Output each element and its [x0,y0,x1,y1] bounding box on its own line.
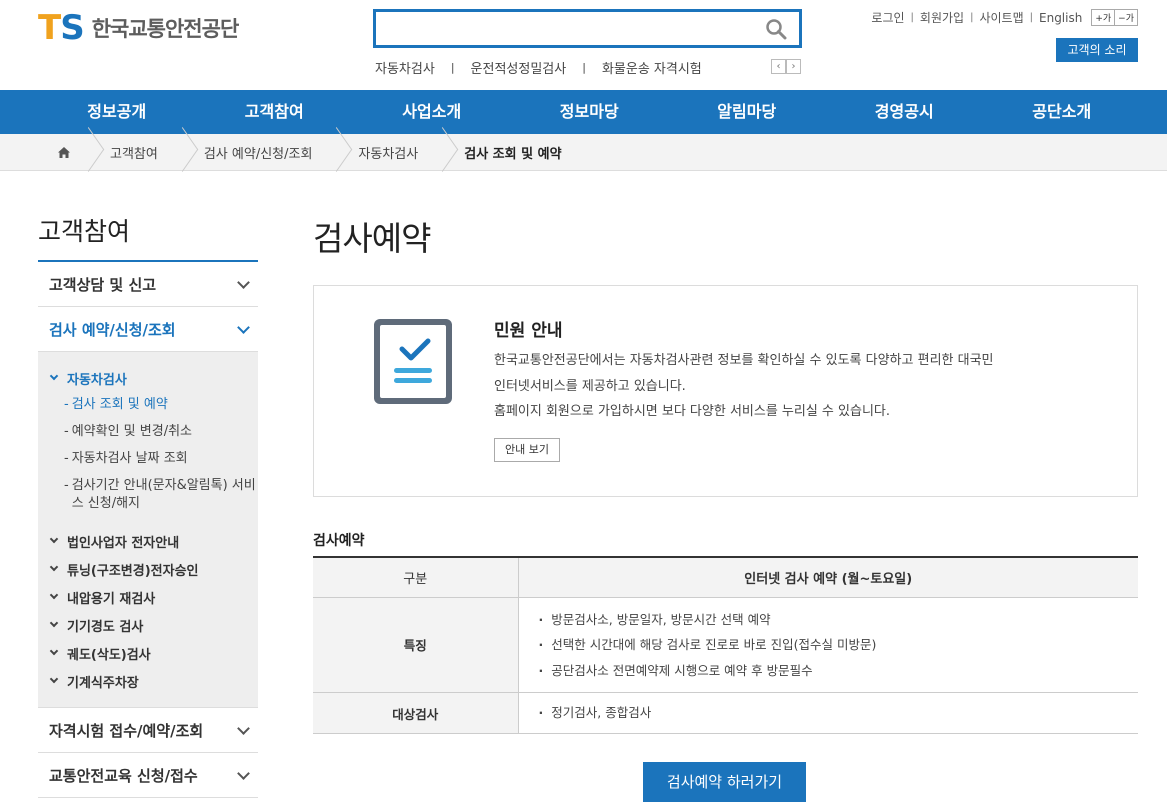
lnb-leaf-confirm[interactable]: - 예약확인 및 변경/취소 [38,423,258,441]
lnb-title: 고객참여 [38,217,131,246]
divider: | [910,12,914,23]
gnb-item-customer[interactable]: 고객참여 [196,90,354,134]
gnb-item-management[interactable]: 경영공시 [826,90,984,134]
list-item: 선택한 시간대에 해당 검사로 진로로 바로 진입(접수실 미방문) [539,632,1139,658]
breadcrumb-home[interactable] [0,134,110,171]
lnb-sub-railway[interactable]: 궤도(삭도)검사 [38,639,258,667]
lnb-sub-parking[interactable]: 기계식주차장 [38,667,258,695]
customer-voice-button[interactable]: 고객의 소리 [1056,38,1138,62]
table-header-cell: 인터넷 검사 예약 (월~토요일) [517,557,1138,598]
chevron-down-icon [237,721,250,735]
search-icon[interactable] [765,18,787,40]
join-link[interactable]: 회원가입 [920,9,964,26]
guide-view-button[interactable]: 안내 보기 [494,438,560,462]
table-row: 특징 방문검사소, 방문일자, 방문시간 선택 예약 선택한 시간대에 해당 검… [313,597,1138,693]
chevron-down-icon [237,275,250,289]
divider: | [582,61,586,74]
gnb-item-info-disclosure[interactable]: 정보공개 [38,90,196,134]
chevron-down-icon [49,590,59,600]
prev-arrow-icon[interactable]: ‹ [771,59,786,74]
utility-links: 로그인 | 회원가입 | 사이트맵 | English +가 −가 [871,9,1138,26]
logo-mark: TS [38,8,85,48]
reservation-table: 구분 인터넷 검사 예약 (월~토요일) 특징 방문검사소, 방문일자, 방문시… [313,556,1138,734]
go-reservation-button[interactable]: 검사예약 하러가기 [643,762,806,802]
font-size-controls: +가 −가 [1091,9,1138,26]
info-box: 민원 안내 한국교통안전공단에서는 자동차검사관련 정보를 확인하실 수 있도록… [313,285,1138,497]
lnb-sub-tuning[interactable]: 튜닝(구조변경)전자승인 [38,555,258,583]
table-header-row: 구분 인터넷 검사 예약 (월~토요일) [313,557,1138,598]
info-title: 민원 안내 [494,321,563,341]
table-row-value: 방문검사소, 방문일자, 방문시간 선택 예약 선택한 시간대에 해당 검사로 … [517,597,1139,693]
table-row-key: 특징 [313,597,518,693]
checklist-document-icon [374,319,452,404]
logo-text: 한국교통안전공단 [91,17,240,41]
english-link[interactable]: English [1039,11,1082,25]
divider: | [450,61,455,74]
gnb-item-info-plaza[interactable]: 정보마당 [511,90,669,134]
list-item: 공단검사소 전면예약제 시행으로 예약 후 방문필수 [539,658,1139,684]
lnb-sub-car-inspection[interactable]: 자동차검사 [38,364,258,392]
chevron-down-icon [49,534,59,544]
lnb-sub-device[interactable]: 기기경도 검사 [38,611,258,639]
chevron-down-icon [49,562,59,572]
lnb-sub-pressure-vessel[interactable]: 내압용기 재검사 [38,583,258,611]
breadcrumb-item[interactable]: 검사 예약/신청/조회 [204,134,359,171]
lnb-item-education[interactable]: 교통안전교육 신청/접수 [38,753,258,798]
font-increase-button[interactable]: +가 [1091,9,1116,26]
table-row-key: 대상검사 [313,692,518,734]
chevron-down-icon [49,674,59,684]
list-item: 방문검사소, 방문일자, 방문시간 선택 예약 [539,607,1139,633]
main-navigation: 정보공개 고객참여 사업소개 정보마당 알림마당 경영공시 공단소개 [0,90,1167,134]
list-item: 정기검사, 종합검사 [539,700,1139,726]
search-input[interactable] [376,12,756,45]
font-decrease-button[interactable]: −가 [1114,9,1138,26]
login-link[interactable]: 로그인 [871,9,904,26]
chevron-down-icon [49,371,59,381]
quick-link-car-inspection[interactable]: 자동차검사 [375,58,435,77]
section-title: 검사예약 [313,533,365,549]
lnb-sub-corporate[interactable]: 법인사업자 전자안내 [38,527,258,555]
table-header-cell: 구분 [313,557,518,598]
breadcrumb-current: 검사 조회 및 예약 [464,146,562,162]
quick-links: 자동차검사 | 운전적성정밀검사 | 화물운송 자격시험 [375,58,702,77]
lnb-submenu: 자동차검사 - 검사 조회 및 예약 - 예약확인 및 변경/취소 - 자동차검사 날… [38,352,258,708]
sitemap-link[interactable]: 사이트맵 [979,9,1023,26]
lnb-leaf-notification[interactable]: - 검사기간 안내(문자&알림톡) 서비스 신청/해지 [38,477,258,513]
next-arrow-icon[interactable]: › [786,59,801,74]
quick-link-aptitude-test[interactable]: 운전적성정밀검사 [471,58,567,77]
breadcrumb-item[interactable]: 자동차검사 [358,134,464,171]
table-row-value: 정기검사, 종합검사 [517,692,1139,734]
divider: | [1029,12,1033,23]
divider: | [970,12,974,23]
quick-link-cargo-license[interactable]: 화물운송 자격시험 [602,58,702,77]
info-description: 한국교통안전공단에서는 자동차검사관련 정보를 확인하실 수 있도록 다양하고 … [494,353,994,419]
chevron-down-icon [49,646,59,656]
lnb-item-license-exam[interactable]: 자격시험 접수/예약/조회 [38,708,258,753]
home-icon [58,146,70,158]
breadcrumb: 고객참여 검사 예약/신청/조회 자동차검사 검사 조회 및 예약 [0,134,1167,171]
table-row: 대상검사 정기검사, 종합검사 [313,692,1139,734]
lnb-item-inspection[interactable]: 검사 예약/신청/조회 [38,307,258,352]
gnb-item-about[interactable]: 공단소개 [983,90,1141,134]
quick-links-pager: ‹ › [771,59,801,74]
breadcrumb-item[interactable]: 고객참여 [110,134,204,171]
site-logo[interactable]: TS 한국교통안전공단 [38,8,240,48]
gnb-item-business[interactable]: 사업소개 [353,90,511,134]
chevron-down-icon [49,618,59,628]
chevron-down-icon [237,766,250,780]
chevron-down-icon [237,320,250,334]
page-title: 검사예약 [313,219,431,258]
search-box [373,9,802,48]
lnb-leaf-date-lookup[interactable]: - 자동차검사 날짜 조회 [38,450,258,468]
lnb-leaf-reserve[interactable]: - 검사 조회 및 예약 [38,396,258,414]
side-navigation: 고객상담 및 신고 검사 예약/신청/조회 자동차검사 - 검사 조회 및 예약 … [38,260,258,798]
gnb-item-notice[interactable]: 알림마당 [668,90,826,134]
lnb-item-counsel[interactable]: 고객상담 및 신고 [38,262,258,307]
